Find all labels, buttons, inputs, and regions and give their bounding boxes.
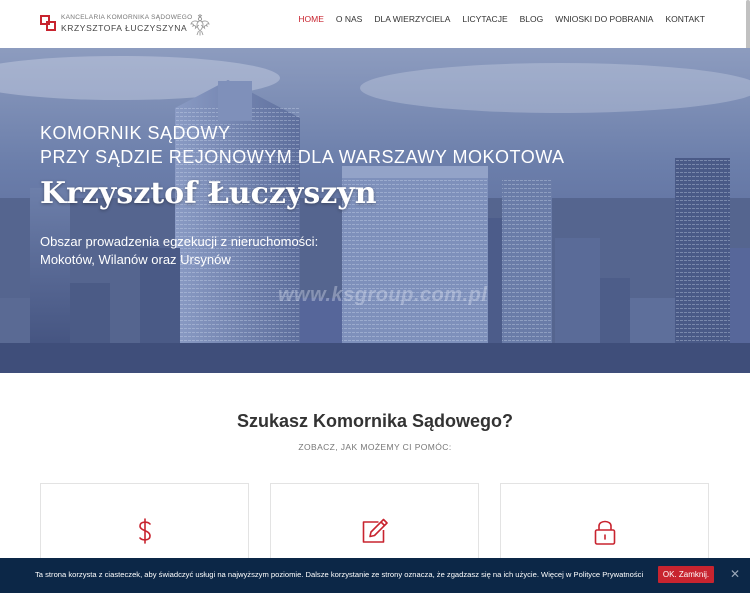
nav-item-blog[interactable]: BLOG: [520, 14, 544, 24]
cookie-accept-button[interactable]: OK. Zamknij.: [658, 566, 714, 583]
nav-item-dla-wierzyciela[interactable]: DLA WIERZYCIELA: [374, 14, 450, 24]
nav-item-wnioski[interactable]: WNIOSKI DO POBRANIA: [555, 14, 653, 24]
dollar-icon: [138, 518, 151, 544]
section-subtitle: ZOBACZ, JAK MOŻEMY CI POMÓC:: [298, 442, 452, 452]
hero-description-line2: Mokotów, Wilanów oraz Ursynów: [40, 252, 231, 267]
watermark: www.ksgroup.com.pl: [278, 284, 488, 306]
hero-subtitle-line1: Komornik Sądowy: [40, 123, 231, 143]
main-nav: HOME O NAS DLA WIERZYCIELA LICYTACJE BLO…: [286, 14, 705, 24]
nav-item-home[interactable]: HOME: [298, 14, 324, 24]
site-logo[interactable]: Kancelaria Komornika Sądowego Krzysztofa…: [40, 14, 193, 33]
eagle-emblem-icon: [190, 14, 210, 36]
hero-subtitle-line2: przy Sądzie Rejonowym dla Warszawy Mokot…: [40, 147, 565, 167]
edit-icon: [362, 518, 388, 543]
nav-item-kontakt[interactable]: KONTAKT: [665, 14, 705, 24]
nav-item-o-nas[interactable]: O NAS: [336, 14, 362, 24]
logo-text: Kancelaria Komornika Sądowego Krzysztofa…: [61, 14, 193, 33]
lock-icon: [594, 520, 615, 545]
cookie-bar: Ta strona korzysta z ciasteczek, aby świ…: [0, 558, 750, 593]
hero-banner: Komornik Sądowy przy Sądzie Rejonowym dl…: [0, 48, 750, 373]
section-title: Szukasz Komornika Sądowego?: [236, 411, 514, 431]
site-header: Kancelaria Komornika Sądowego Krzysztofa…: [0, 0, 750, 48]
cookie-close-icon[interactable]: ✕: [730, 567, 740, 581]
cookie-text: Ta strona korzysta z ciasteczek, aby świ…: [35, 570, 644, 579]
hero-description-line1: Obszar prowadzenia egzekucji z nieruchom…: [40, 234, 319, 249]
logo-mark-icon: [40, 15, 57, 32]
nav-item-licytacje[interactable]: LICYTACJE: [462, 14, 507, 24]
logo-line2: Krzysztofa Łuczyszyna: [61, 22, 188, 33]
hero-name: Krzysztof Łuczyszyn: [40, 176, 377, 211]
logo-line1: Kancelaria Komornika Sądowego: [61, 14, 193, 21]
